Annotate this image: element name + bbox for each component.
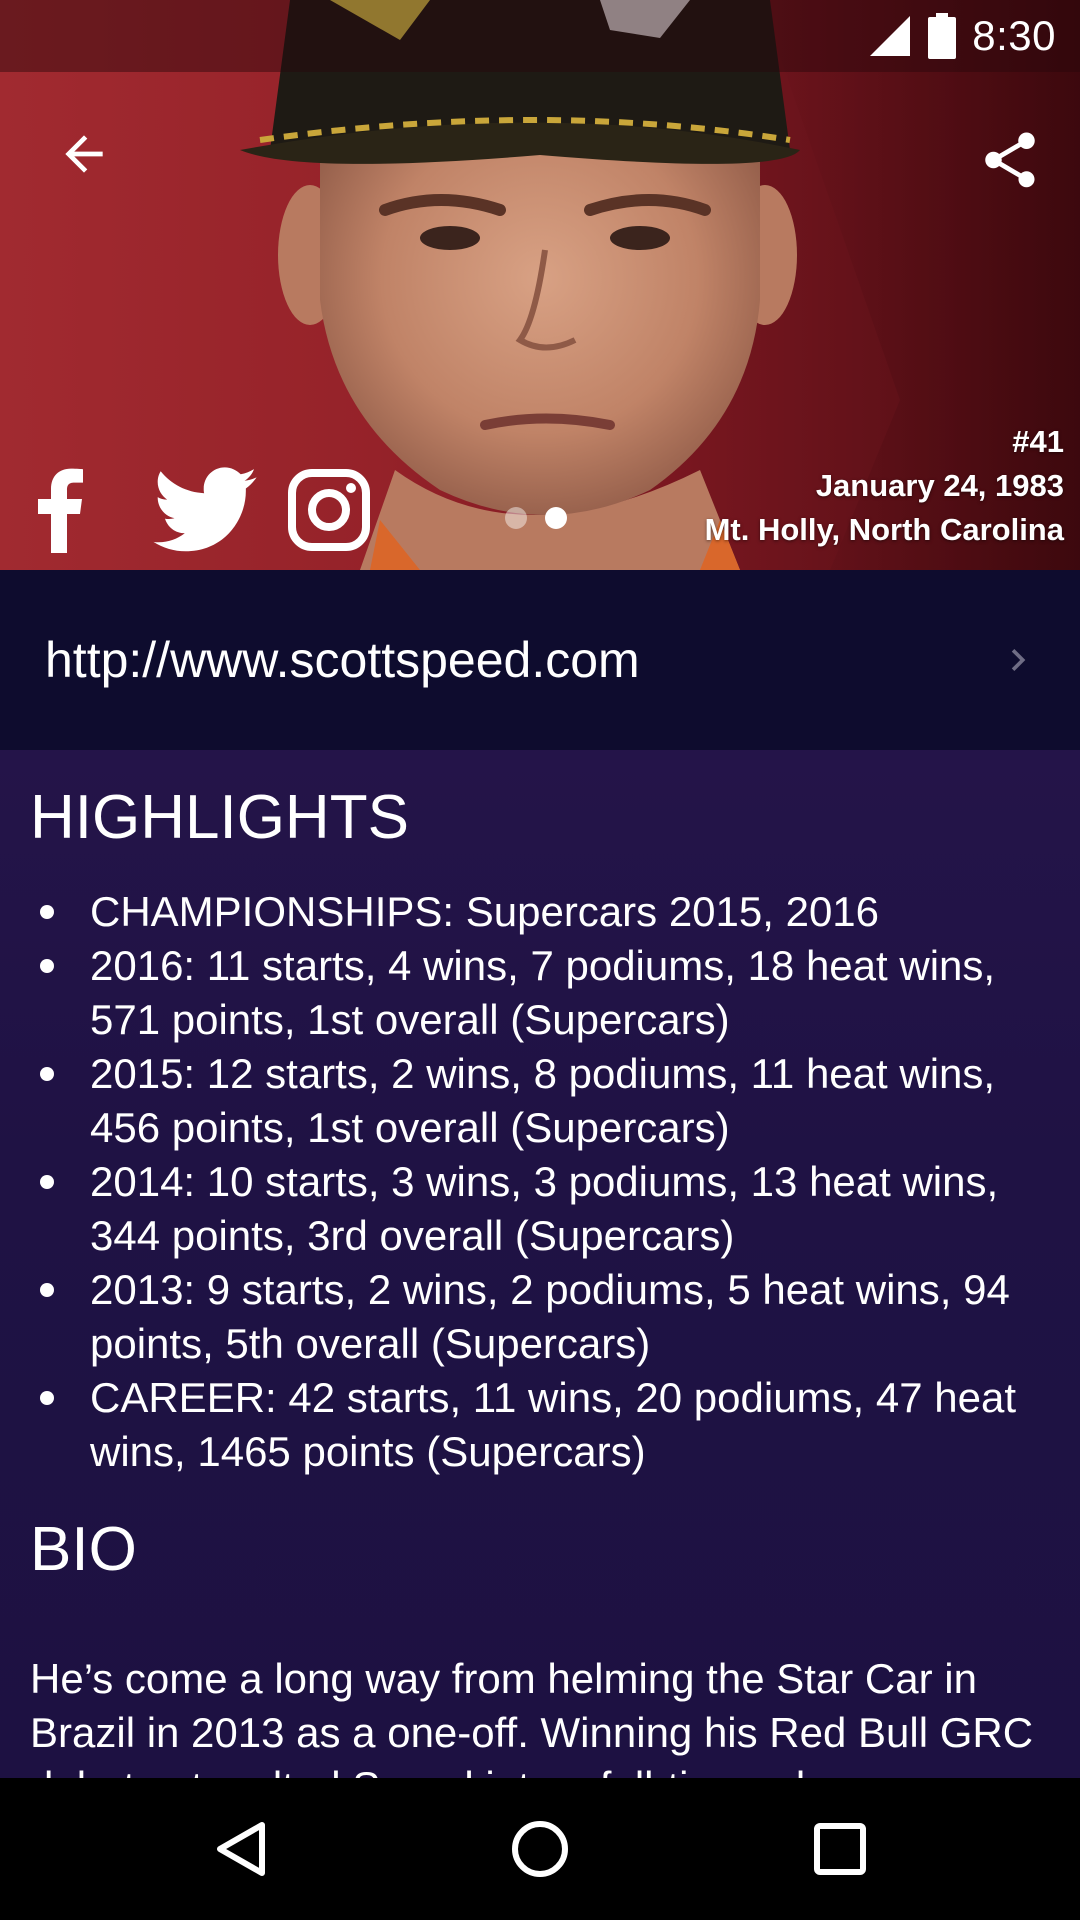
nav-recents-button[interactable] [790, 1799, 890, 1899]
nav-back-button[interactable] [190, 1799, 290, 1899]
list-item-text: 2013: 9 starts, 2 wins, 2 podiums, 5 hea… [90, 1266, 1010, 1367]
nav-home-button[interactable] [490, 1799, 590, 1899]
share-button[interactable] [960, 110, 1060, 210]
bullet [40, 1175, 54, 1189]
list-item-text: 2015: 12 starts, 2 wins, 8 podiums, 11 h… [90, 1050, 996, 1151]
back-button[interactable] [40, 110, 128, 198]
pager-dot[interactable] [505, 507, 527, 529]
status-bar: 8:30 [0, 0, 1080, 72]
nav-back-icon [217, 1822, 265, 1876]
bullet [40, 1067, 54, 1081]
driver-birthdate: January 24, 1983 [815, 468, 1064, 503]
driver-number: #41 [1012, 424, 1064, 459]
signal-icon [870, 16, 911, 56]
twitter-link[interactable] [150, 462, 260, 558]
driver-hero: 8:30 #41 January 24, 1983 Mt. Holly, Nor… [0, 0, 1080, 570]
bullet [40, 1283, 54, 1297]
list-item-text: CHAMPIONSHIPS: Supercars 2015, 2016 [90, 888, 880, 935]
arrow-left-icon [65, 135, 103, 173]
highlights-list: CHAMPIONSHIPS: Supercars 2015, 2016 2016… [30, 885, 1050, 1479]
nav-recents-icon [814, 1823, 866, 1875]
instagram-icon [288, 469, 370, 551]
list-item: 2016: 11 starts, 4 wins, 7 podiums, 18 h… [30, 939, 1050, 1047]
bullet [40, 1391, 54, 1405]
list-item: 2014: 10 starts, 3 wins, 3 podiums, 13 h… [30, 1155, 1050, 1263]
highlights-title: HIGHLIGHTS [30, 783, 409, 852]
pager-dot-active[interactable] [545, 507, 567, 529]
facebook-link[interactable] [28, 462, 92, 558]
list-item: CHAMPIONSHIPS: Supercars 2015, 2016 [30, 885, 1050, 939]
twitter-icon [153, 467, 257, 552]
bullet [40, 959, 54, 973]
bio-title: BIO [30, 1515, 137, 1584]
list-item: 2015: 12 starts, 2 wins, 8 podiums, 11 h… [30, 1047, 1050, 1155]
status-time: 8:30 [972, 12, 1056, 59]
bio-text: He’s come a long way from helming the St… [30, 1655, 1034, 1778]
battery-icon [928, 13, 957, 59]
instagram-link[interactable] [284, 462, 374, 558]
bullet [40, 905, 54, 919]
nav-home-icon [512, 1821, 568, 1877]
driver-hometown: Mt. Holly, North Carolina [704, 512, 1064, 547]
list-item: 2013: 9 starts, 2 wins, 2 podiums, 5 hea… [30, 1263, 1050, 1371]
list-item: CAREER: 42 starts, 11 wins, 20 podiums, … [30, 1371, 1050, 1479]
social-links [28, 462, 374, 558]
system-nav-bar [0, 1778, 1080, 1920]
website-link-row[interactable]: http://www.scottspeed.com [0, 570, 1080, 750]
driver-info: #41 January 24, 1983 Mt. Holly, North Ca… [705, 420, 1064, 552]
list-item-text: 2016: 11 starts, 4 wins, 7 podiums, 18 h… [90, 942, 996, 1043]
photo-pager[interactable] [505, 507, 567, 529]
list-item-text: 2014: 10 starts, 3 wins, 3 podiums, 13 h… [90, 1158, 999, 1259]
facebook-icon [38, 468, 83, 553]
share-icon [985, 132, 1035, 188]
list-item-text: CAREER: 42 starts, 11 wins, 20 podiums, … [90, 1374, 1017, 1475]
website-url: http://www.scottspeed.com [45, 632, 640, 688]
chevron-right-icon [1011, 649, 1026, 671]
driver-details[interactable]: HIGHLIGHTS CHAMPIONSHIPS: Supercars 2015… [0, 750, 1080, 1778]
